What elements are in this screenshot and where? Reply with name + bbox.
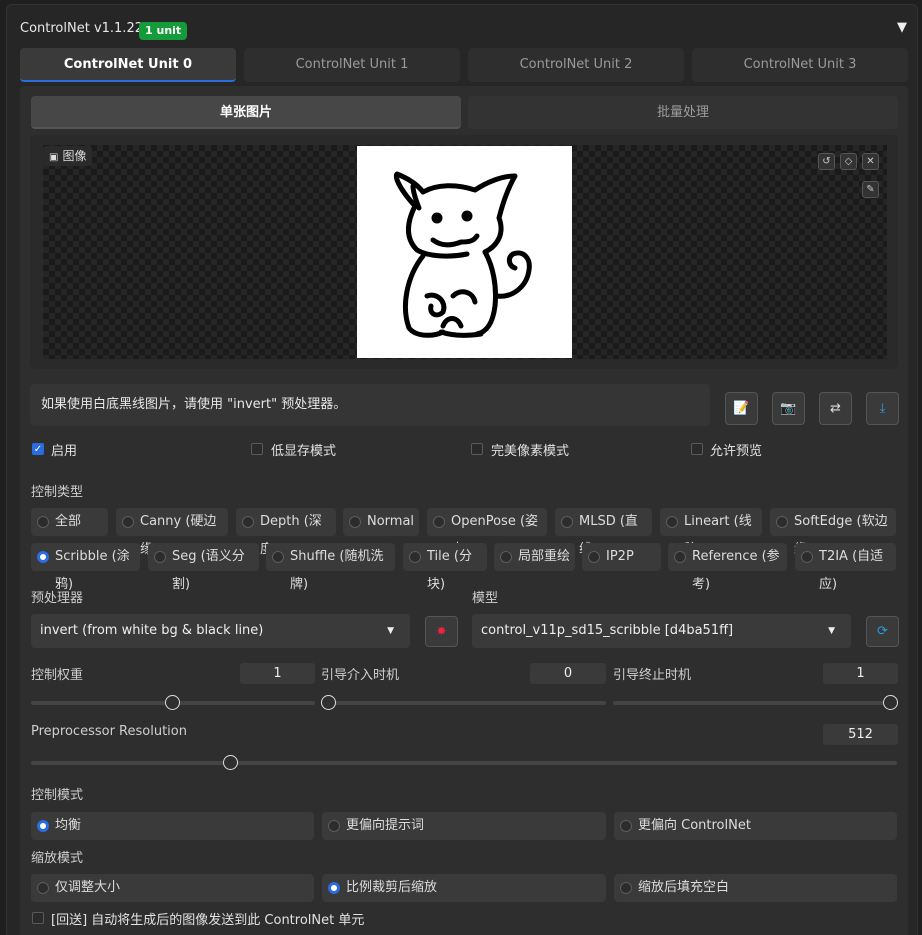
control-type-option[interactable]: MLSD (直线) xyxy=(555,508,652,536)
preprocessor-select[interactable]: invert (from white bg & black line)▼ xyxy=(31,614,410,648)
preprocessor-label: 预处理器 xyxy=(31,587,83,606)
invert-hint: 如果使用白底黑线图片，请使用 "invert" 预处理器。 xyxy=(30,384,710,426)
resize-mode-label: 缩放模式 xyxy=(31,847,83,866)
image-icon: ▣ xyxy=(49,152,58,163)
weight-label: 控制权重 xyxy=(31,664,83,683)
send-dimensions-icon[interactable]: ⤓ xyxy=(866,392,899,425)
resolution-label: Preprocessor Resolution xyxy=(31,724,187,739)
end-label: 引导终止时机 xyxy=(613,664,691,683)
image-label: ▣图像 xyxy=(43,146,92,166)
tab-batch[interactable]: 批量处理 xyxy=(468,96,898,129)
tab-single-image[interactable]: 单张图片 xyxy=(31,96,461,129)
eraser-icon[interactable]: ◇ xyxy=(840,153,857,170)
allow-preview-label: 允许预览 xyxy=(710,440,762,459)
start-label: 引导介入时机 xyxy=(321,664,399,683)
control-type-option[interactable]: OpenPose (姿态) xyxy=(427,508,547,536)
enable-label: 启用 xyxy=(51,440,77,459)
lowvram-checkbox[interactable] xyxy=(251,443,263,455)
tab-unit-1[interactable]: ControlNet Unit 1 xyxy=(244,48,460,82)
start-input[interactable]: 0 xyxy=(530,663,606,684)
control-type-option[interactable]: Reference (参考) xyxy=(668,543,787,571)
control-type-option[interactable]: SoftEdge (软边缘) xyxy=(770,508,896,536)
model-label: 模型 xyxy=(472,587,498,606)
chevron-down-icon: ▼ xyxy=(387,614,394,648)
resize-mode-just-resize[interactable]: 仅调整大小 xyxy=(31,874,314,902)
cat-sketch xyxy=(357,146,572,358)
resize-mode-crop[interactable]: 比例裁剪后缩放 xyxy=(322,874,606,902)
start-slider-track[interactable] xyxy=(321,701,606,705)
control-type-option[interactable]: Shuffle (随机洗牌) xyxy=(266,543,395,571)
control-mode-controlnet[interactable]: 更偏向 ControlNet xyxy=(614,812,897,840)
end-slider-track[interactable] xyxy=(613,701,897,705)
control-type-label: 控制类型 xyxy=(31,481,83,500)
end-input[interactable]: 1 xyxy=(823,663,898,684)
tab-unit-0[interactable]: ControlNet Unit 0 xyxy=(20,48,236,82)
run-preprocessor-icon[interactable]: ✸ xyxy=(425,616,458,647)
control-type-option[interactable]: Tile (分块) xyxy=(403,543,487,571)
panel-title[interactable]: ControlNet v1.1.224 xyxy=(20,21,151,36)
resolution-slider-track[interactable] xyxy=(31,761,897,765)
control-mode-balanced[interactable]: 均衡 xyxy=(31,812,314,840)
tab-unit-2[interactable]: ControlNet Unit 2 xyxy=(468,48,684,82)
control-type-option[interactable]: Lineart (线稿) xyxy=(660,508,762,536)
allow-preview-checkbox[interactable] xyxy=(691,443,703,455)
camera-icon[interactable]: 📷 xyxy=(772,392,805,425)
resolution-input[interactable]: 512 xyxy=(823,724,898,745)
lowvram-label: 低显存模式 xyxy=(271,440,336,459)
weight-input[interactable]: 1 xyxy=(240,663,315,684)
enable-checkbox[interactable]: ✓ xyxy=(32,443,44,455)
control-type-option-selected[interactable]: Scribble (涂鸦) xyxy=(31,543,140,571)
control-mode-label: 控制模式 xyxy=(31,784,83,803)
control-type-option[interactable]: 全部 xyxy=(31,508,108,536)
control-type-option[interactable]: Seg (语义分割) xyxy=(148,543,259,571)
resolution-slider-thumb[interactable] xyxy=(223,755,238,770)
undo-icon[interactable]: ↺ xyxy=(818,153,835,170)
uploaded-sketch-image xyxy=(357,146,572,358)
loopback-label: [回送] 自动将生成后的图像发送到此 ControlNet 单元 xyxy=(51,909,364,928)
control-type-option[interactable]: IP2P xyxy=(582,543,661,571)
pixel-perfect-checkbox[interactable] xyxy=(471,443,483,455)
tab-unit-3[interactable]: ControlNet Unit 3 xyxy=(692,48,908,82)
end-slider-thumb[interactable] xyxy=(883,695,898,710)
control-type-option[interactable]: 局部重绘 xyxy=(494,543,575,571)
weight-slider-thumb[interactable] xyxy=(165,695,180,710)
control-mode-prompt[interactable]: 更偏向提示词 xyxy=(322,812,606,840)
control-type-option[interactable]: Normal xyxy=(343,508,419,536)
control-type-option[interactable]: Depth (深度) xyxy=(236,508,336,536)
chevron-down-icon: ▼ xyxy=(828,614,835,648)
close-icon[interactable]: ✕ xyxy=(862,153,879,170)
unit-count-badge: 1 unit xyxy=(139,22,187,40)
pixel-perfect-label: 完美像素模式 xyxy=(491,440,569,459)
refresh-icon[interactable]: ⟳ xyxy=(866,616,899,647)
swap-icon[interactable]: ⇄ xyxy=(819,392,852,425)
model-select[interactable]: control_v11p_sd15_scribble [d4ba51ff]▼ xyxy=(472,614,851,648)
control-type-option[interactable]: Canny (硬边缘) xyxy=(116,508,228,536)
new-canvas-icon[interactable]: 📝 xyxy=(725,392,758,425)
control-type-option[interactable]: T2IA (自适应) xyxy=(795,543,896,571)
loopback-checkbox[interactable] xyxy=(32,912,44,924)
resize-mode-fill[interactable]: 缩放后填充空白 xyxy=(614,874,897,902)
triangle-down-icon[interactable]: ▼ xyxy=(897,20,907,35)
start-slider-thumb[interactable] xyxy=(321,695,336,710)
brush-icon[interactable]: ✎ xyxy=(862,181,879,198)
